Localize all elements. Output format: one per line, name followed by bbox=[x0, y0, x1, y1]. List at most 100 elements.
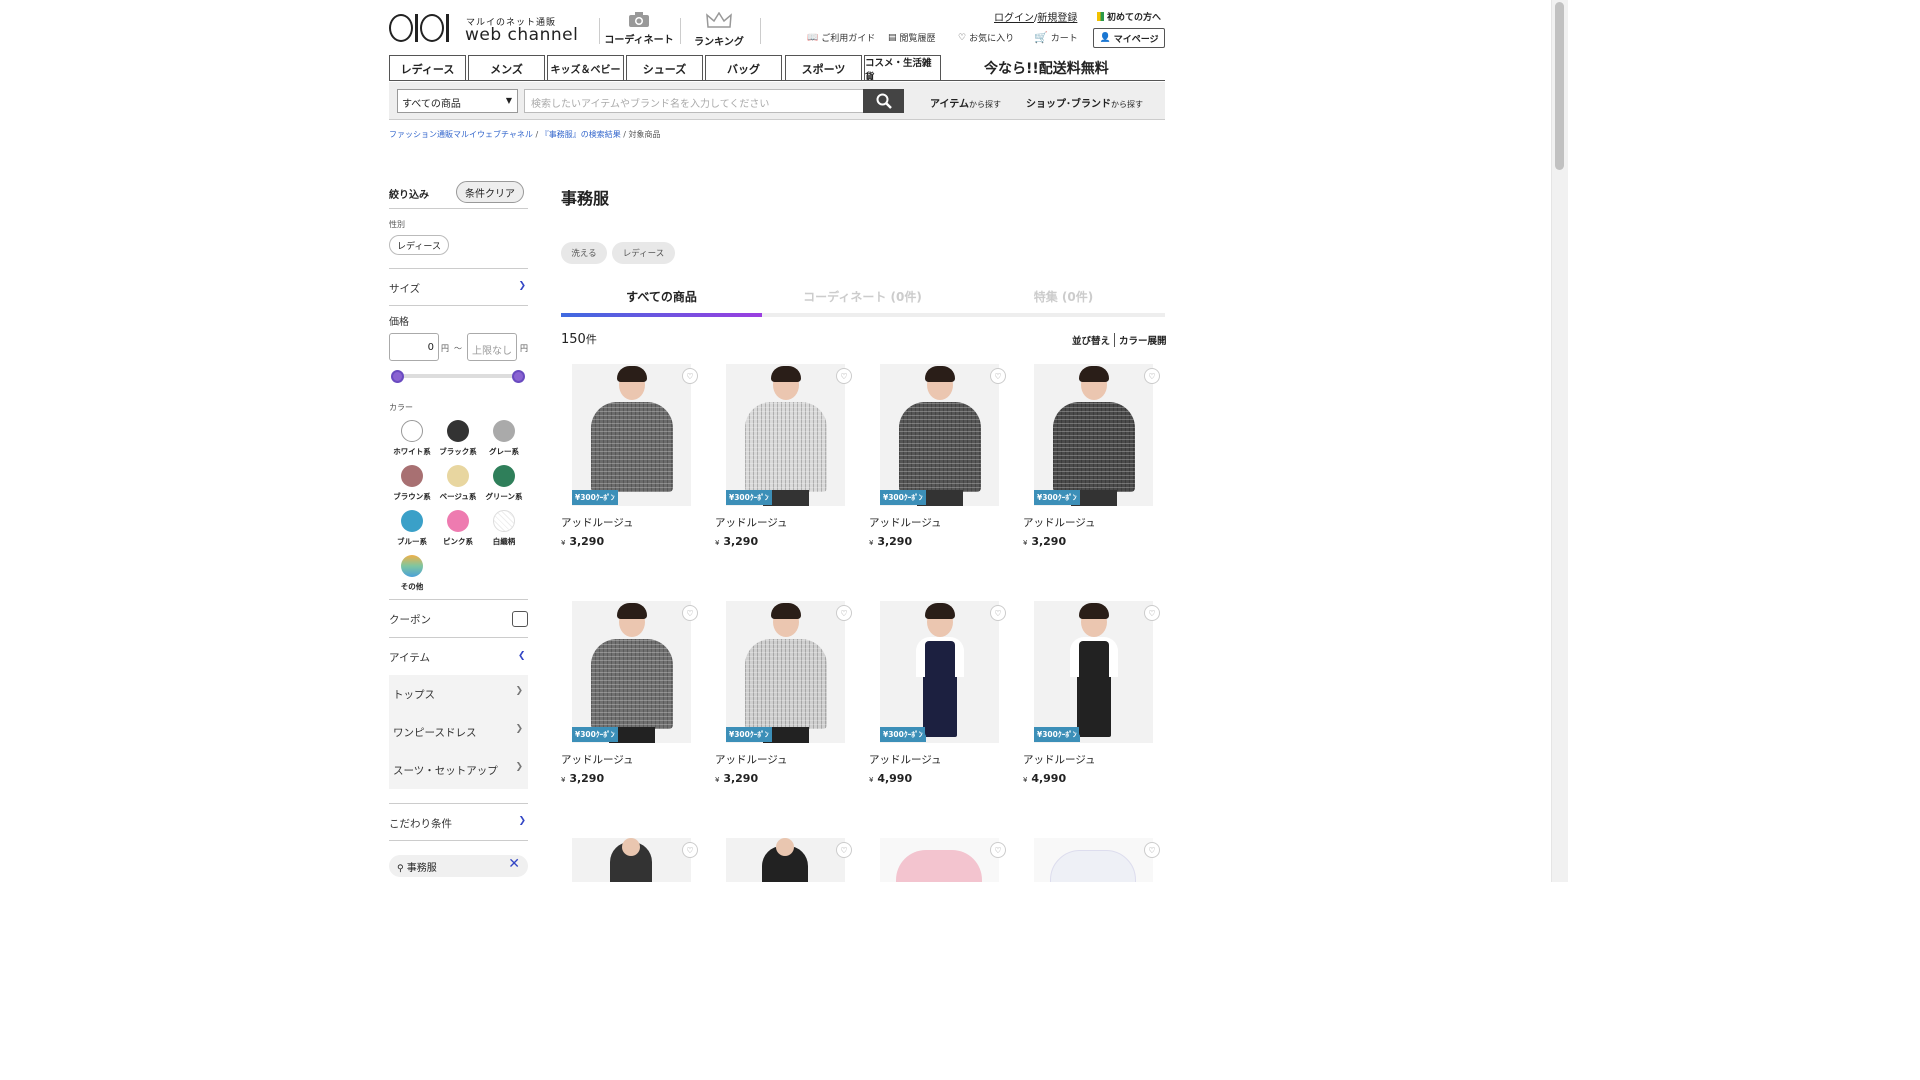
close-icon[interactable]: ✕ bbox=[508, 856, 520, 872]
product-card[interactable]: ¥300ｸｰﾎﾟﾝ ♡ アッドルージュ ¥ 3,290 bbox=[1023, 364, 1160, 548]
favorite-heart-icon[interactable]: ♡ bbox=[1144, 605, 1160, 621]
category-tab-kids[interactable]: キッズ＆ベビー bbox=[547, 55, 624, 81]
product-image[interactable]: ¥300ｸｰﾎﾟﾝ bbox=[1034, 601, 1153, 743]
category-tab-ladies[interactable]: レディース bbox=[389, 55, 466, 81]
cart-link[interactable]: 🛒 カート bbox=[1034, 31, 1078, 44]
favorites-link[interactable]: ♡ お気に入り bbox=[958, 31, 1014, 45]
favorite-heart-icon[interactable]: ♡ bbox=[990, 842, 1006, 858]
coupon-checkbox[interactable] bbox=[512, 611, 528, 627]
product-brand[interactable]: アッドルージュ bbox=[1023, 515, 1153, 530]
product-card[interactable]: ¥300ｸｰﾎﾟﾝ ♡ アッドルージュ ¥ 4,990 bbox=[869, 601, 1006, 785]
category-tab-bags[interactable]: バッグ bbox=[705, 55, 782, 81]
login-link[interactable]: ログイン bbox=[994, 13, 1034, 24]
oioi-logo[interactable] bbox=[389, 14, 449, 42]
color-swatch[interactable]: ピンク系 bbox=[435, 510, 481, 547]
product-image-partial[interactable] bbox=[572, 838, 691, 882]
tag-washable[interactable]: 洗える bbox=[561, 242, 607, 264]
search-by-item-link[interactable]: アイテムから探す bbox=[930, 95, 1001, 110]
history-link[interactable]: ▤ 閲覧履歴 bbox=[888, 31, 936, 45]
page-scrollbar[interactable] bbox=[1551, 0, 1568, 882]
color-swatch[interactable]: グレー系 bbox=[481, 420, 527, 457]
category-tab-sports[interactable]: スポーツ bbox=[785, 55, 862, 81]
price-min-input[interactable]: 0 bbox=[389, 333, 439, 361]
keyword-chip[interactable]: ⚲ 事務服 ✕ bbox=[389, 855, 528, 877]
free-shipping-banner[interactable]: 今なら!!配送料無料 bbox=[984, 58, 1109, 78]
breadcrumb-home[interactable]: ファッション通販マルイウェブチャネル bbox=[389, 130, 533, 139]
search-button[interactable] bbox=[863, 89, 904, 113]
product-brand[interactable]: アッドルージュ bbox=[561, 515, 691, 530]
search-category-select[interactable]: すべての商品 ▼ bbox=[397, 89, 518, 113]
guide-link[interactable]: 📖 ご利用ガイド bbox=[807, 31, 875, 45]
favorite-heart-icon[interactable]: ♡ bbox=[836, 605, 852, 621]
favorite-heart-icon[interactable]: ♡ bbox=[836, 368, 852, 384]
item-suits[interactable]: スーツ・セットアップ ❯ bbox=[389, 751, 528, 789]
nav-ranking[interactable]: ランキング bbox=[685, 12, 753, 48]
breadcrumb-search[interactable]: 『事務服』の検索結果 bbox=[541, 130, 621, 139]
color-swatch[interactable]: その他 bbox=[389, 555, 435, 592]
color-swatch[interactable]: ホワイト系 bbox=[389, 420, 435, 457]
color-expand-button[interactable]: カラー展開 bbox=[1119, 333, 1167, 347]
kodawari-section[interactable]: こだわり条件 ❯ bbox=[389, 816, 528, 831]
product-card[interactable]: ¥300ｸｰﾎﾟﾝ ♡ アッドルージュ ¥ 3,290 bbox=[561, 364, 698, 548]
price-slider-track[interactable] bbox=[397, 374, 519, 378]
favorite-heart-icon[interactable]: ♡ bbox=[990, 605, 1006, 621]
category-tab-mens[interactable]: メンズ bbox=[468, 55, 545, 81]
product-image[interactable]: ¥300ｸｰﾎﾟﾝ bbox=[572, 364, 691, 506]
product-image[interactable]: ¥300ｸｰﾎﾟﾝ bbox=[572, 601, 691, 743]
favorite-heart-icon[interactable]: ♡ bbox=[682, 368, 698, 384]
register-link[interactable]: 新規登録 bbox=[1037, 13, 1077, 24]
favorite-heart-icon[interactable]: ♡ bbox=[1144, 842, 1160, 858]
product-image[interactable]: ¥300ｸｰﾎﾟﾝ bbox=[880, 601, 999, 743]
product-brand[interactable]: アッドルージュ bbox=[561, 752, 691, 767]
product-image-partial[interactable] bbox=[880, 838, 999, 882]
tab-coordinate[interactable]: コーディネート (0件) bbox=[762, 288, 963, 305]
favorite-heart-icon[interactable]: ♡ bbox=[682, 842, 698, 858]
product-card[interactable]: ¥300ｸｰﾎﾟﾝ ♡ アッドルージュ ¥ 3,290 bbox=[715, 364, 852, 548]
product-brand[interactable]: アッドルージュ bbox=[869, 752, 999, 767]
item-tops[interactable]: トップス ❯ bbox=[389, 675, 528, 713]
tab-feature[interactable]: 特集 (0件) bbox=[963, 288, 1164, 305]
color-swatch[interactable]: ベージュ系 bbox=[435, 465, 481, 502]
product-image[interactable]: ¥300ｸｰﾎﾟﾝ bbox=[880, 364, 999, 506]
favorite-heart-icon[interactable]: ♡ bbox=[836, 842, 852, 858]
search-by-shop-link[interactable]: ショップ･ブランドから探す bbox=[1026, 95, 1143, 110]
product-image[interactable]: ¥300ｸｰﾎﾟﾝ bbox=[726, 364, 845, 506]
first-time-link[interactable]: 初めての方へ bbox=[1097, 10, 1161, 23]
price-slider-min-handle[interactable] bbox=[391, 370, 404, 383]
category-tab-shoes[interactable]: シューズ bbox=[626, 55, 703, 81]
product-card[interactable]: ¥300ｸｰﾎﾟﾝ ♡ アッドルージュ ¥ 3,290 bbox=[561, 601, 698, 785]
favorite-heart-icon[interactable]: ♡ bbox=[682, 605, 698, 621]
product-brand[interactable]: アッドルージュ bbox=[869, 515, 999, 530]
color-swatch[interactable]: ブルー系 bbox=[389, 510, 435, 547]
tag-ladies[interactable]: レディース bbox=[612, 242, 675, 264]
item-onepiece[interactable]: ワンピースドレス ❯ bbox=[389, 713, 528, 751]
product-brand[interactable]: アッドルージュ bbox=[715, 515, 845, 530]
color-swatch[interactable]: ブラック系 bbox=[435, 420, 481, 457]
scrollbar-thumb[interactable] bbox=[1555, 2, 1564, 170]
product-brand[interactable]: アッドルージュ bbox=[1023, 752, 1153, 767]
item-section[interactable]: アイテム ❯ bbox=[389, 650, 528, 665]
price-slider-max-handle[interactable] bbox=[512, 370, 525, 383]
product-brand[interactable]: アッドルージュ bbox=[715, 752, 845, 767]
product-image[interactable]: ¥300ｸｰﾎﾟﾝ bbox=[1034, 364, 1153, 506]
product-image[interactable]: ¥300ｸｰﾎﾟﾝ bbox=[726, 601, 845, 743]
search-input[interactable]: 検索したいアイテムやブランド名を入力してください bbox=[524, 89, 864, 113]
tab-all-products[interactable]: すべての商品 bbox=[561, 288, 762, 305]
color-swatch[interactable]: ブラウン系 bbox=[389, 465, 435, 502]
product-image-partial[interactable] bbox=[1034, 838, 1153, 882]
mypage-button[interactable]: 👤 マイページ bbox=[1093, 28, 1165, 48]
clear-filters-button[interactable]: 条件クリア bbox=[456, 181, 524, 203]
logo-text[interactable]: web channel bbox=[465, 25, 578, 45]
nav-coordinate[interactable]: コーディネート bbox=[603, 12, 675, 46]
product-card[interactable]: ¥300ｸｰﾎﾟﾝ ♡ アッドルージュ ¥ 3,290 bbox=[869, 364, 1006, 548]
price-max-input[interactable]: 上限なし bbox=[467, 333, 517, 361]
product-image-partial[interactable] bbox=[726, 838, 845, 882]
favorite-heart-icon[interactable]: ♡ bbox=[1144, 368, 1160, 384]
color-swatch[interactable]: 白織柄 bbox=[481, 510, 527, 547]
color-swatch[interactable]: グリーン系 bbox=[481, 465, 527, 502]
product-card[interactable]: ¥300ｸｰﾎﾟﾝ ♡ アッドルージュ ¥ 4,990 bbox=[1023, 601, 1160, 785]
size-section[interactable]: サイズ ❯ bbox=[389, 281, 528, 296]
gender-chip[interactable]: レディース bbox=[389, 235, 449, 255]
favorite-heart-icon[interactable]: ♡ bbox=[990, 368, 1006, 384]
sort-button[interactable]: 並び替え bbox=[1072, 333, 1110, 347]
